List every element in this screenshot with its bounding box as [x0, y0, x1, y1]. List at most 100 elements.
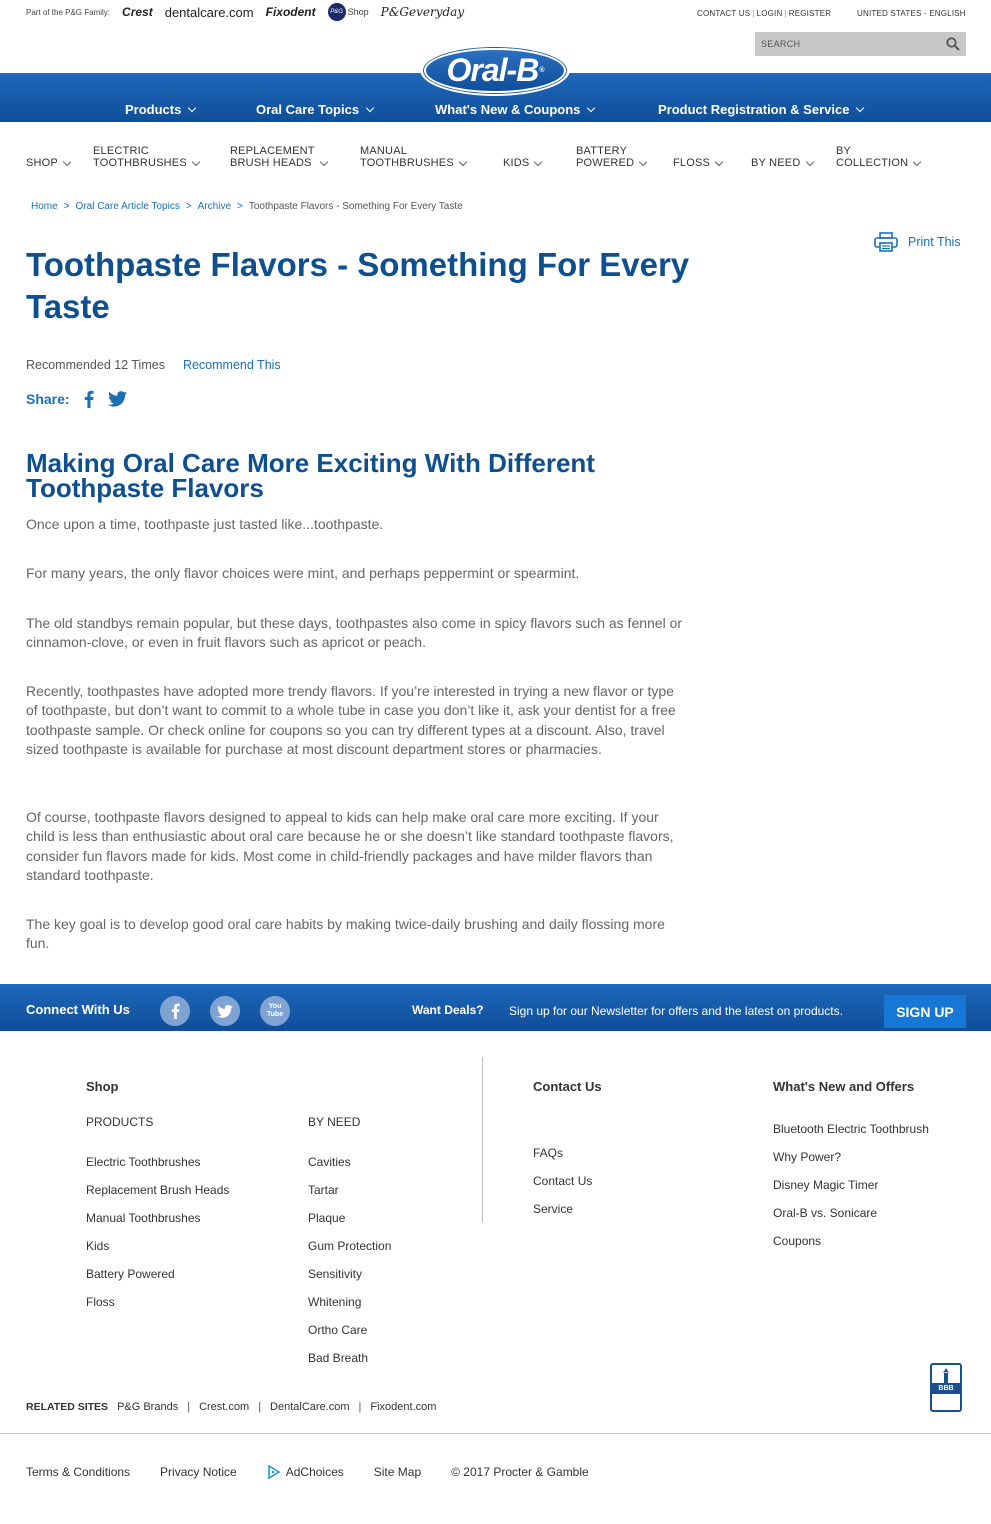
article-paragraph: Recently, toothpastes have adopted more … [26, 683, 676, 757]
login-link[interactable]: LOGIN [756, 9, 784, 18]
sign-up-button[interactable]: SIGN UP [884, 995, 966, 1028]
footer-contact-list: FAQs Contact Us Service [533, 1145, 592, 1229]
footer-link[interactable]: Cavities [308, 1154, 391, 1182]
chevron-down-icon [805, 157, 814, 167]
cat-floss[interactable]: FLOSS [673, 145, 724, 169]
adchoices-icon [267, 1465, 281, 1479]
connect-bar: Connect With Us You Tube Want Deals? Sig… [0, 984, 991, 1031]
search-icon[interactable] [946, 37, 960, 51]
share-label: Share: [26, 391, 70, 407]
breadcrumb-archive[interactable]: Archive [198, 201, 231, 212]
footer-whatsnew-list: Bluetooth Electric Toothbrush Why Power?… [773, 1121, 929, 1261]
legal-links: Terms & Conditions Privacy Notice AdChoi… [26, 1465, 589, 1479]
footer-link[interactable]: Service [533, 1201, 592, 1229]
footer-link[interactable]: Coupons [773, 1233, 929, 1261]
terms-link[interactable]: Terms & Conditions [26, 1465, 130, 1479]
footer-whatsnew-title: What's New and Offers [773, 1079, 915, 1094]
article-paragraph: Once upon a time, toothpaste just tasted… [26, 516, 384, 532]
fixodent-logo[interactable]: Fixodent [266, 5, 316, 19]
sitemap-link[interactable]: Site Map [374, 1465, 421, 1479]
nav-product-registration[interactable]: Product Registration & Service [658, 102, 865, 117]
footer-link[interactable]: Why Power? [773, 1149, 929, 1177]
footer-link[interactable]: Disney Magic Timer [773, 1177, 929, 1205]
footer-link[interactable]: Tartar [308, 1182, 391, 1210]
print-label: Print This [908, 235, 961, 249]
locale-selector[interactable]: UNITED STATES - ENGLISH [857, 9, 966, 18]
newsletter-text: Sign up for our Newsletter for offers an… [509, 1004, 843, 1018]
footer-link[interactable]: Electric Toothbrushes [86, 1154, 229, 1182]
recommend-link[interactable]: Recommend This [183, 358, 281, 372]
deals-label: Want Deals? [412, 1003, 484, 1017]
breadcrumb-home[interactable]: Home [31, 201, 58, 212]
breadcrumb: Home > Oral Care Article Topics > Archiv… [31, 201, 463, 212]
footer-link[interactable]: Replacement Brush Heads [86, 1182, 229, 1210]
cat-by-need[interactable]: BY NEED [751, 145, 814, 169]
related-link[interactable]: P&G Brands [117, 1401, 178, 1413]
footer-link[interactable]: Gum Protection [308, 1238, 391, 1266]
adchoices-link[interactable]: AdChoices [267, 1465, 344, 1479]
share-bar: Share: [26, 390, 127, 408]
footer-contact-title: Contact Us [533, 1079, 602, 1094]
footer-link[interactable]: Bad Breath [308, 1350, 391, 1378]
chevron-down-icon [458, 157, 468, 167]
footer-link[interactable]: Bluetooth Electric Toothbrush [773, 1121, 929, 1149]
footer-link[interactable]: Floss [86, 1294, 229, 1322]
footer-link[interactable]: Oral-B vs. Sonicare [773, 1205, 929, 1233]
cat-electric-toothbrushes[interactable]: ELECTRIC TOOTHBRUSHES [93, 145, 201, 169]
search-box [755, 32, 966, 56]
chevron-down-icon [319, 157, 328, 167]
copyright: © 2017 Procter & Gamble [451, 1465, 589, 1479]
cat-battery-powered[interactable]: BATTERY POWERED [576, 145, 648, 169]
facebook-icon[interactable] [84, 390, 94, 408]
cat-replacement-brush-heads[interactable]: REPLACEMENT BRUSH HEADS [230, 145, 328, 169]
footer-link[interactable]: Plaque [308, 1210, 391, 1238]
chevron-down-icon [639, 157, 648, 167]
related-link[interactable]: Fixodent.com [370, 1401, 436, 1413]
bbb-badge[interactable]: BBB [930, 1363, 962, 1412]
cat-manual-toothbrushes[interactable]: MANUAL TOOTHBRUSHES [360, 145, 468, 169]
pg-shop-logo[interactable]: P&G [327, 3, 346, 21]
footer-link[interactable]: Whitening [308, 1294, 391, 1322]
footer-link[interactable]: FAQs [533, 1145, 592, 1173]
footer-link[interactable]: Contact Us [533, 1173, 592, 1201]
footer-link[interactable]: Ortho Care [308, 1322, 391, 1350]
torch-icon [943, 1368, 949, 1383]
article-heading: Making Oral Care More Exciting With Diff… [26, 448, 595, 503]
facebook-icon[interactable] [160, 996, 190, 1026]
crest-logo[interactable]: Crest [122, 5, 153, 19]
footer-byneed-list: Cavities Tartar Plaque Gum Protection Se… [308, 1154, 391, 1378]
contact-us-link[interactable]: CONTACT US [696, 9, 751, 18]
register-link[interactable]: REGISTER [788, 9, 833, 18]
footer-products-title: PRODUCTS [86, 1115, 154, 1129]
nav-products[interactable]: Products [125, 102, 197, 117]
cat-by-collection[interactable]: BY COLLECTION [836, 145, 922, 169]
recommend-bar: Recommended 12 Times Recommend This [26, 358, 281, 372]
breadcrumb-current: Toothpaste Flavors - Something For Every… [248, 201, 463, 212]
search-input[interactable] [761, 39, 931, 49]
cat-kids[interactable]: KIDS [503, 145, 543, 169]
print-button[interactable]: Print This [874, 232, 961, 252]
footer-link[interactable]: Sensitivity [308, 1266, 391, 1294]
youtube-icon[interactable]: You Tube [260, 996, 290, 1026]
dentalcare-logo[interactable]: dentalcare.com [165, 5, 254, 20]
footer-products-list: Electric Toothbrushes Replacement Brush … [86, 1154, 229, 1322]
pg-everyday-logo[interactable]: P&Geveryday [381, 5, 464, 19]
related-link[interactable]: DentalCare.com [270, 1401, 349, 1413]
nav-whats-new-coupons[interactable]: What's New & Coupons [435, 102, 596, 117]
oral-b-logo[interactable]: Oral-B ® [420, 44, 570, 96]
footer-link[interactable]: Manual Toothbrushes [86, 1210, 229, 1238]
related-title: RELATED SITES [26, 1401, 109, 1413]
pg-shop-label[interactable]: Shop [348, 7, 369, 17]
privacy-link[interactable]: Privacy Notice [160, 1465, 237, 1479]
footer-link[interactable]: Battery Powered [86, 1266, 229, 1294]
related-link[interactable]: Crest.com [199, 1401, 249, 1413]
cat-shop[interactable]: SHOP [26, 145, 72, 169]
twitter-icon[interactable] [210, 996, 240, 1026]
twitter-icon[interactable] [107, 391, 127, 407]
breadcrumb-topics[interactable]: Oral Care Article Topics [76, 201, 180, 212]
footer-link[interactable]: Kids [86, 1238, 229, 1266]
chevron-down-icon [856, 103, 865, 112]
utility-links: CONTACT US | LOGIN | REGISTER [696, 9, 833, 18]
article-paragraph: For many years, the only flavor choices … [26, 565, 580, 581]
nav-oral-care-topics[interactable]: Oral Care Topics [256, 102, 375, 117]
